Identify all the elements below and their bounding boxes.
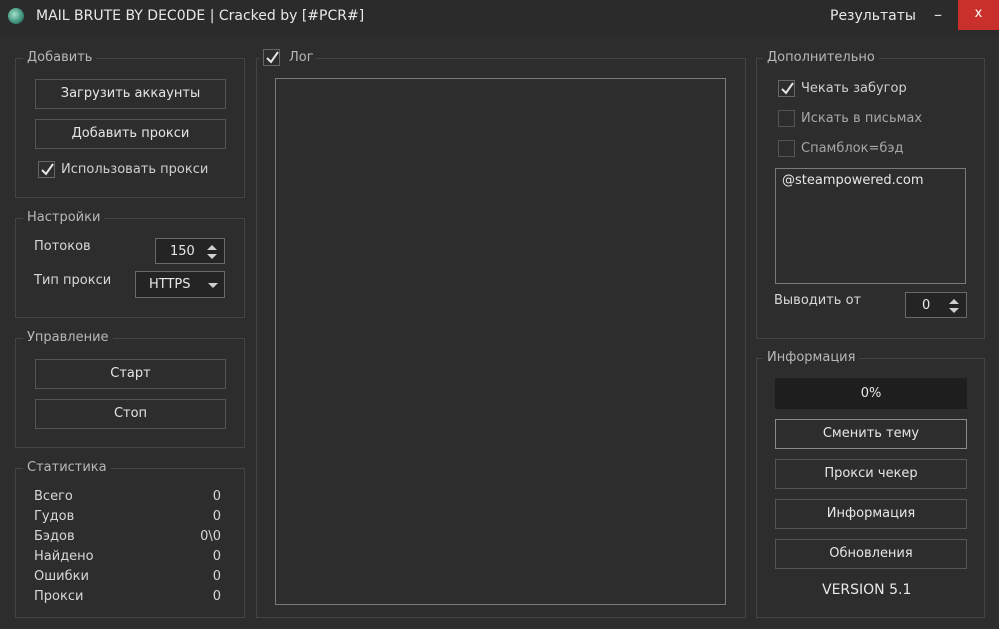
control-group [15, 338, 245, 448]
close-button[interactable]: x [958, 0, 999, 30]
add-proxy-button[interactable]: Добавить прокси [35, 119, 226, 149]
stat-found-value: 0 [212, 549, 221, 564]
stat-good-value: 0 [212, 509, 221, 524]
minimize-button[interactable]: – [918, 4, 958, 30]
log-checkbox[interactable] [263, 49, 280, 66]
stat-bad-label: Бэдов [34, 529, 75, 544]
use-proxy-checkbox[interactable] [38, 161, 55, 178]
results-menu[interactable]: Результаты [830, 8, 916, 24]
control-group-legend: Управление [23, 330, 113, 345]
mail-filter-list[interactable]: @steampowered.com [775, 168, 966, 284]
proxy-checker-button[interactable]: Прокси чекер [775, 459, 967, 489]
spin-down-icon[interactable] [207, 254, 217, 259]
output-from-spinbox[interactable]: 0 [905, 292, 967, 318]
log-legend: Лог [289, 50, 314, 65]
output-from-label: Выводить от [774, 293, 862, 308]
start-button[interactable]: Старт [35, 359, 226, 389]
stat-proxy-value: 0 [212, 589, 221, 604]
chevron-down-icon [208, 283, 218, 288]
settings-group-legend: Настройки [23, 210, 105, 225]
info-group-legend: Информация [763, 350, 860, 365]
title-bar: MAIL BRUTE BY DEC0DE | Cracked by [#PCR#… [0, 0, 999, 34]
proxy-type-value: HTTPS [149, 277, 191, 292]
stat-good-label: Гудов [34, 509, 75, 524]
proxy-type-select[interactable]: HTTPS [135, 271, 225, 298]
progress-bar: 0% [775, 378, 967, 409]
checkmark-icon [266, 51, 279, 64]
check-forum-checkbox[interactable] [778, 80, 795, 97]
proxy-type-label: Тип прокси [34, 273, 112, 288]
output-from-value: 0 [922, 298, 931, 313]
version-label: VERSION 5.1 [822, 582, 912, 598]
add-group-legend: Добавить [23, 50, 97, 65]
stat-total-label: Всего [34, 489, 73, 504]
stat-found-label: Найдено [34, 549, 94, 564]
threads-spinbox[interactable]: 150 [155, 238, 225, 264]
stat-errors-value: 0 [212, 569, 221, 584]
threads-value: 150 [170, 244, 195, 259]
load-accounts-button[interactable]: Загрузить аккаунты [35, 79, 226, 109]
stat-total-value: 0 [212, 489, 221, 504]
app-logo-icon [8, 8, 24, 24]
threads-label: Потоков [34, 239, 91, 254]
spamblock-checkbox[interactable] [778, 140, 795, 157]
spin-up-icon[interactable] [949, 299, 959, 304]
stats-group-legend: Статистика [23, 460, 111, 475]
check-forum-label: Чекать забугор [801, 81, 907, 96]
checkmark-icon [781, 82, 794, 95]
extra-group-legend: Дополнительно [763, 50, 879, 65]
updates-button[interactable]: Обновления [775, 539, 967, 569]
checkmark-icon [41, 163, 54, 176]
search-mail-label: Искать в письмах [801, 111, 923, 126]
spin-down-icon[interactable] [949, 308, 959, 313]
stat-proxy-label: Прокси [34, 589, 84, 604]
change-theme-button[interactable]: Сменить тему [775, 419, 967, 449]
search-mail-checkbox[interactable] [778, 110, 795, 127]
window-title: MAIL BRUTE BY DEC0DE | Cracked by [#PCR#… [36, 8, 365, 24]
spamblock-label: Спамблок=бэд [801, 141, 904, 156]
stat-errors-label: Ошибки [34, 569, 89, 584]
stat-bad-value: 0\0 [200, 529, 221, 544]
log-textarea[interactable] [275, 78, 726, 605]
stop-button[interactable]: Стоп [35, 399, 226, 429]
spin-up-icon[interactable] [207, 245, 217, 250]
info-button[interactable]: Информация [775, 499, 967, 529]
mail-filter-item[interactable]: @steampowered.com [782, 173, 924, 188]
settings-group [15, 218, 245, 318]
use-proxy-label: Использовать прокси [61, 162, 209, 177]
